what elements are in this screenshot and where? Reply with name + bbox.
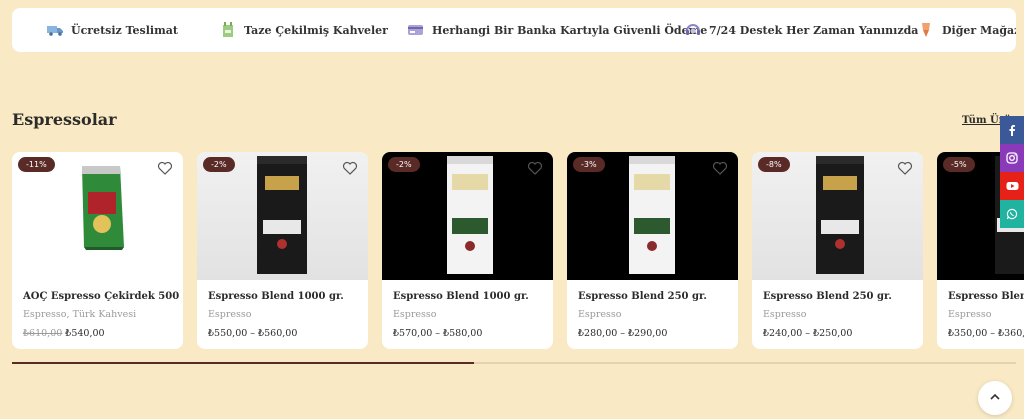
heart-icon[interactable] — [712, 160, 728, 176]
credit-card-icon — [407, 21, 425, 39]
product-category[interactable]: Espresso — [393, 309, 437, 320]
product-price: ₺280,00 – ₺290,00 — [578, 328, 668, 339]
heart-icon[interactable] — [342, 160, 358, 176]
feature-label: Herhangi Bir Banka Kartıyla Güvenli Ödem… — [432, 23, 708, 37]
product-price: ₺610,00 ₺540,00 — [23, 328, 105, 339]
feature-label: Diğer Mağazalara G — [942, 23, 1016, 37]
social-sidebar — [1000, 116, 1024, 228]
discount-badge: -2% — [203, 157, 235, 172]
product-card[interactable]: -11% AOÇ Espresso Çekirdek 500 gr Espres… — [12, 152, 183, 349]
facebook-icon[interactable] — [1000, 116, 1024, 144]
heart-icon[interactable] — [897, 160, 913, 176]
discount-badge: -5% — [943, 157, 975, 172]
product-price: ₺240,00 – ₺250,00 — [763, 328, 853, 339]
feature-secure-payment: Herhangi Bir Banka Kartıyla Güvenli Ödem… — [407, 8, 707, 52]
old-price: ₺610,00 — [23, 328, 63, 339]
feature-label: Taze Çekilmiş Kahveler — [244, 23, 388, 37]
truck-icon — [46, 21, 64, 39]
product-name[interactable]: Espresso Blend 5 — [948, 291, 1024, 302]
feature-label: Ücretsiz Teslimat — [71, 23, 178, 37]
carousel-scrollbar-thumb[interactable] — [12, 362, 474, 364]
discount-badge: -8% — [758, 157, 790, 172]
heart-icon[interactable] — [527, 160, 543, 176]
discount-badge: -3% — [573, 157, 605, 172]
feature-fresh-coffee: Taze Çekilmiş Kahveler — [219, 8, 388, 52]
product-name[interactable]: Espresso Blend 250 gr. — [763, 291, 892, 302]
product-name[interactable]: Espresso Blend 1000 gr. — [208, 291, 344, 302]
carousel-scrollbar[interactable] — [12, 362, 1016, 364]
headset-icon — [684, 21, 702, 39]
feature-support: 7/24 Destek Her Zaman Yanınızda — [684, 8, 918, 52]
product-category[interactable]: Espresso — [948, 309, 992, 320]
discount-badge: -11% — [18, 157, 55, 172]
feature-stores: Diğer Mağazalara G — [917, 8, 1016, 52]
product-name[interactable]: Espresso Blend 1000 gr. — [393, 291, 529, 302]
product-name[interactable]: Espresso Blend 250 gr. — [578, 291, 707, 302]
product-category[interactable]: Espresso — [578, 309, 622, 320]
product-price: ₺570,00 – ₺580,00 — [393, 328, 483, 339]
product-category[interactable]: Espresso, Türk Kahvesi — [23, 309, 136, 320]
product-card[interactable]: -8% Espresso Blend 250 gr. Espresso ₺240… — [752, 152, 923, 349]
chevron-up-icon — [988, 389, 1002, 408]
scroll-to-top-button[interactable] — [978, 381, 1012, 415]
heart-icon[interactable] — [157, 160, 173, 176]
feature-free-delivery: Ücretsiz Teslimat — [46, 8, 178, 52]
product-category[interactable]: Espresso — [763, 309, 807, 320]
whatsapp-icon[interactable] — [1000, 200, 1024, 228]
discount-badge: -2% — [388, 157, 420, 172]
product-price: ₺350,00 – ₺360,0 — [948, 328, 1024, 339]
product-card[interactable]: -2% Espresso Blend 1000 gr. Espresso ₺55… — [197, 152, 368, 349]
section-title: Espressolar — [12, 110, 117, 129]
product-card[interactable]: -2% Espresso Blend 1000 gr. Espresso ₺57… — [382, 152, 553, 349]
instagram-icon[interactable] — [1000, 144, 1024, 172]
product-price: ₺550,00 – ₺560,00 — [208, 328, 298, 339]
features-bar: Ücretsiz Teslimat Taze Çekilmiş Kahveler… — [12, 8, 1016, 52]
feature-label: 7/24 Destek Her Zaman Yanınızda — [709, 23, 919, 37]
youtube-icon[interactable] — [1000, 172, 1024, 200]
product-category[interactable]: Espresso — [208, 309, 252, 320]
product-card[interactable]: -3% Espresso Blend 250 gr. Espresso ₺280… — [567, 152, 738, 349]
current-price: ₺540,00 — [65, 328, 105, 339]
store-icon — [917, 21, 935, 39]
coffee-bag-icon — [219, 21, 237, 39]
product-name[interactable]: AOÇ Espresso Çekirdek 500 gr — [23, 291, 183, 302]
